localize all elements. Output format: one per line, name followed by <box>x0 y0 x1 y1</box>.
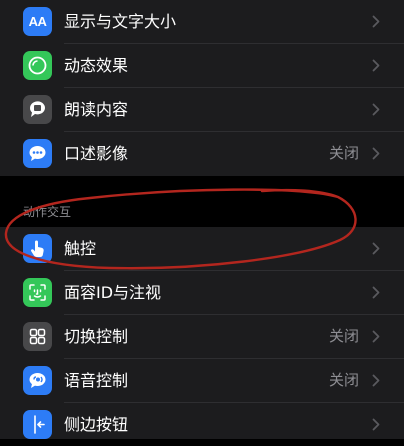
chevron-right-icon <box>372 15 380 28</box>
row-label: 语音控制 <box>64 371 129 390</box>
chevron-right-icon <box>372 330 380 343</box>
row-face-id-attention[interactable]: 面容ID与注视 <box>0 271 404 314</box>
hand-tap-icon <box>23 234 52 263</box>
row-value: 关闭 <box>328 327 359 345</box>
row-value: 关闭 <box>328 371 359 389</box>
row-label: 朗读内容 <box>64 100 129 119</box>
row-touch[interactable]: 触控 <box>0 227 404 270</box>
vision-settings-group: AA 显示与文字大小 动态效果 朗读内容 口述影像 关闭 <box>0 0 404 176</box>
switch-control-icon <box>23 322 52 351</box>
face-id-icon <box>23 278 52 307</box>
chevron-right-icon <box>372 242 380 255</box>
row-value: 关闭 <box>328 144 359 162</box>
chevron-right-icon <box>372 147 380 160</box>
row-label: 口述影像 <box>64 144 129 163</box>
motor-settings-group: 触控 面容ID与注视 切换控制 关闭 语音控制 关闭 侧边按钮 <box>0 227 404 439</box>
row-label: 触控 <box>64 239 97 258</box>
row-side-button[interactable]: 侧边按钮 <box>0 403 404 446</box>
motion-icon <box>23 51 52 80</box>
voice-control-icon <box>23 366 52 395</box>
row-label: 侧边按钮 <box>64 415 129 434</box>
speech-bubble-icon <box>23 95 52 124</box>
chevron-right-icon <box>372 286 380 299</box>
row-display-text-size[interactable]: AA 显示与文字大小 <box>0 0 404 43</box>
row-label: 切换控制 <box>64 327 129 346</box>
section-header-physical-motor: 动作交互 <box>23 205 72 219</box>
row-voice-control[interactable]: 语音控制 关闭 <box>0 359 404 402</box>
row-switch-control[interactable]: 切换控制 关闭 <box>0 315 404 358</box>
chevron-right-icon <box>372 374 380 387</box>
side-button-icon <box>23 410 52 439</box>
chevron-right-icon <box>372 103 380 116</box>
chevron-right-icon <box>372 418 380 431</box>
row-label: 动态效果 <box>64 56 129 75</box>
row-spoken-content[interactable]: 朗读内容 <box>0 88 404 131</box>
text-size-icon: AA <box>23 7 52 36</box>
row-label: 面容ID与注视 <box>64 283 162 302</box>
row-motion[interactable]: 动态效果 <box>0 44 404 87</box>
row-audio-descriptions[interactable]: 口述影像 关闭 <box>0 132 404 175</box>
row-label: 显示与文字大小 <box>64 12 177 31</box>
chevron-right-icon <box>372 59 380 72</box>
audio-description-icon <box>23 139 52 168</box>
